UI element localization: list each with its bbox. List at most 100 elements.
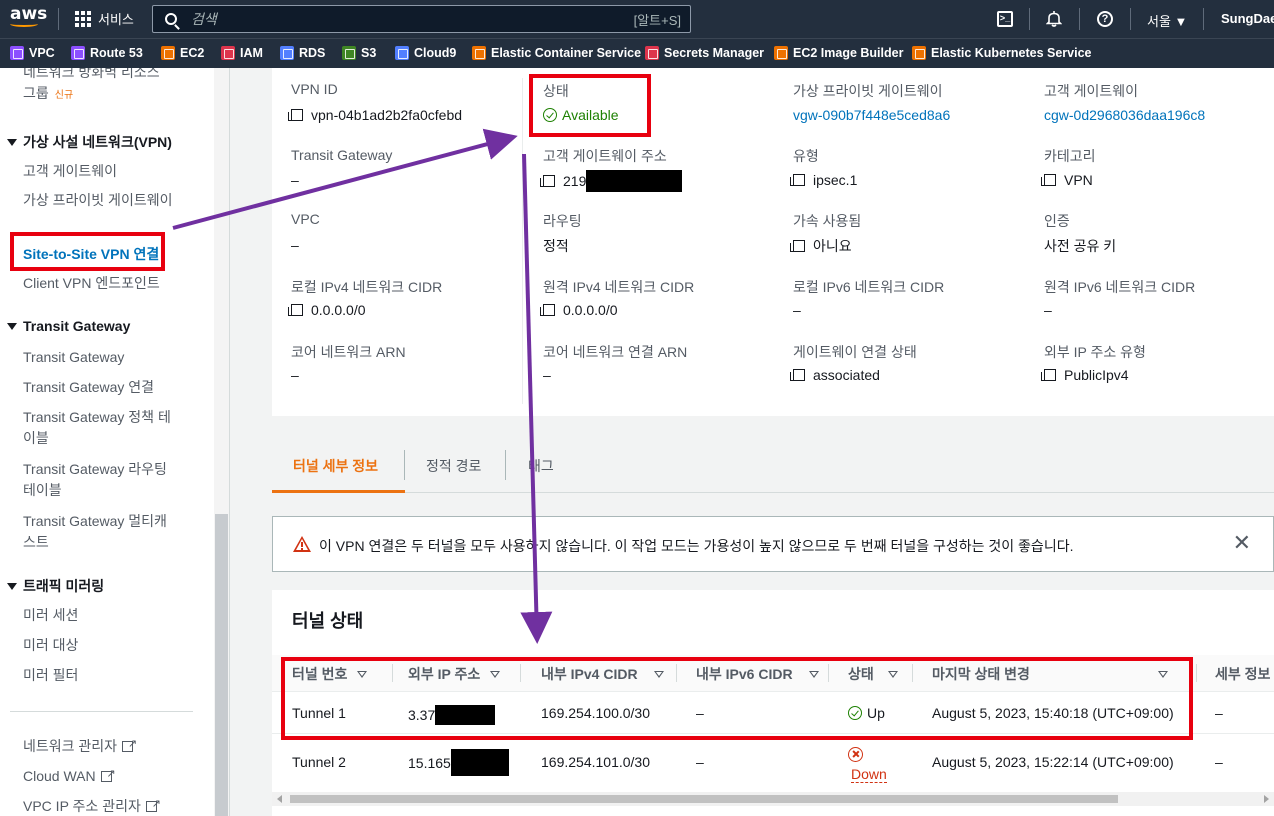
tabs-baseline [272,492,1274,493]
favorite-iam[interactable]: IAM [221,46,263,60]
sidebar-item-firewall-resource-groups[interactable]: 네트워크 방화벽 리소스 그룹 신규 [23,68,183,106]
services-menu-button[interactable]: 서비스 [75,9,134,28]
vpc-icon [10,46,24,60]
cgw-address-value: 219 [540,170,683,192]
type-text: ipsec.1 [813,172,858,188]
tunnel-2-last-change: August 5, 2023, 15:22:14 (UTC+09:00) [932,754,1174,770]
nav-divider [1079,8,1080,30]
favorite-label: Secrets Manager [664,46,765,60]
vgw-link[interactable]: vgw-090b7f448e5ced8a6 [793,107,950,123]
scroll-right-icon[interactable] [1264,795,1269,803]
ec2-image-builder-icon [774,46,788,60]
scroll-left-icon[interactable] [277,795,282,803]
favorite-label: Route 53 [90,46,143,60]
redaction-block [450,749,509,776]
tab-tunnel-details[interactable]: 터널 세부 정보 [293,456,378,476]
favorite-ec2-image-builder[interactable]: EC2 Image Builder [774,46,903,60]
favorite-ecs[interactable]: Elastic Container Service [472,46,641,60]
tunnel-2-outside-ip: 15.165 [408,749,509,776]
copy-icon[interactable] [288,304,303,316]
sidebar-item-mirror-sessions[interactable]: 미러 세션 [23,605,183,626]
secrets-manager-icon [645,46,659,60]
favorite-rds[interactable]: RDS [280,46,325,60]
new-badge: 신규 [54,90,74,101]
sidebar-link-network-manager[interactable]: 네트워크 관리자 [23,734,183,757]
favorite-eks[interactable]: Elastic Kubernetes Service [912,46,1092,60]
sidebar-item-transit-gateway-attachments[interactable]: Transit Gateway 연결 [23,377,183,398]
sidebar-item-transit-gateways[interactable]: Transit Gateway [23,347,183,368]
external-link-icon [122,734,137,755]
services-label: 서비스 [98,12,134,27]
table-horizontal-scrollbar[interactable] [272,792,1274,806]
help-icon[interactable]: ? [1097,11,1113,27]
routing-value: 정적 [543,238,569,254]
sidebar-item-transit-gateway-route-tables[interactable]: Transit Gateway 라우팅 테이블 [23,459,175,501]
sidebar-item-virtual-private-gateways[interactable]: 가상 프라이빗 게이트웨이 [23,190,173,211]
vpn-id-text: vpn-04b1ad2b2fa0cfebd [311,107,463,123]
vgw-label: 가상 프라이빗 게이트웨이 [793,83,943,99]
local-ipv4-cidr-label: 로컬 IPv4 네트워크 CIDR [291,279,443,295]
grid-icon [75,10,91,27]
sidebar-section-traffic-mirroring[interactable]: 트래픽 미러링 [7,576,104,596]
aws-logo[interactable]: aws [10,6,47,32]
sidebar-section-vpn[interactable]: 가상 사설 네트워크(VPN) [7,132,172,152]
ecs-icon [472,46,486,60]
remote-ipv4-cidr-label: 원격 IPv4 네트워크 CIDR [543,279,695,295]
copy-icon[interactable] [540,304,555,316]
favorite-secrets-manager[interactable]: Secrets Manager [645,46,764,60]
category-value: VPN [1041,172,1093,188]
search-placeholder: 검색 [191,11,217,27]
sidebar-link-cloud-wan[interactable]: Cloud WAN [23,764,183,787]
sidebar-item-customer-gateways[interactable]: 고객 게이트웨이 [23,161,183,182]
tunnel-2-number: Tunnel 2 [292,754,346,770]
copy-icon[interactable] [790,174,805,186]
close-icon[interactable]: ✕ [1233,532,1251,554]
sidebar-section-transit-gateway[interactable]: Transit Gateway [7,318,130,334]
favorite-label: EC2 [180,46,205,60]
copy-icon[interactable] [1041,369,1056,381]
search-input[interactable]: 검색 [알트+S] [152,5,691,33]
tunnel-2-inside-ipv6: – [696,754,704,770]
tunnel-2-status[interactable]: Down [851,766,887,783]
cloudshell-icon[interactable]: >_ [997,11,1013,27]
remote-ipv6-cidr-label: 원격 IPv6 네트워크 CIDR [1044,279,1196,295]
tab-static-routes[interactable]: 정적 경로 [426,456,481,476]
sidebar-item-mirror-filters[interactable]: 미러 필터 [23,665,183,686]
core-network-attachment-label: 코어 네트워크 연결 ARN [543,344,688,360]
column-header-details[interactable]: 세부 정보 [1215,664,1270,684]
outside-ip-text: 15.165 [408,754,451,771]
favorite-cloud9[interactable]: Cloud9 [395,46,456,60]
sidebar-section-label: 가상 사설 네트워크(VPN) [23,134,172,150]
tab-tags[interactable]: 태그 [528,456,554,476]
warning-alert: 이 VPN 연결은 두 터널을 모두 사용하지 않습니다. 이 작업 모드는 가… [272,516,1274,572]
caret-down-icon [7,322,17,330]
favorite-ec2[interactable]: EC2 [161,46,204,60]
sidebar-item-client-vpn-endpoints[interactable]: Client VPN 엔드포인트 [23,273,183,294]
favorite-label: Elastic Container Service [491,46,642,60]
cgw-link[interactable]: cgw-0d2968036daa196c8 [1044,107,1205,123]
copy-icon[interactable] [790,240,805,252]
region-selector[interactable]: 서울 ▼ [1147,11,1187,30]
copy-icon[interactable] [1041,174,1056,186]
favorite-s3[interactable]: S3 [342,46,376,60]
copy-icon[interactable] [540,175,555,187]
search-icon [165,13,177,25]
remote-ipv6-cidr-value: – [1044,302,1052,318]
vpn-id-value: vpn-04b1ad2b2fa0cfebd [288,107,463,123]
notifications-bell-icon[interactable] [1046,10,1062,27]
sidebar-item-mirror-targets[interactable]: 미러 대상 [23,635,183,656]
account-menu[interactable]: SungDae, [1221,11,1274,26]
local-ipv6-cidr-value: – [793,302,801,318]
favorite-route53[interactable]: Route 53 [71,46,143,60]
sidebar-link-vpc-ipam[interactable]: VPC IP 주소 관리자 [23,794,183,816]
scrollbar-thumb[interactable] [290,795,1118,803]
favorite-vpc[interactable]: VPC [10,46,55,60]
sidebar-scrollbar-thumb[interactable] [215,514,228,816]
tunnel-state-title: 터널 상태 [292,611,364,631]
sidebar-item-transit-gateway-policy-tables[interactable]: Transit Gateway 정책 테이블 [23,407,181,449]
sidebar-item-transit-gateway-multicast[interactable]: Transit Gateway 멀티캐스트 [23,511,175,553]
favorite-label: Elastic Kubernetes Service [931,46,1092,60]
copy-icon[interactable] [790,369,805,381]
copy-icon[interactable] [288,109,303,121]
external-link-icon [100,764,116,785]
